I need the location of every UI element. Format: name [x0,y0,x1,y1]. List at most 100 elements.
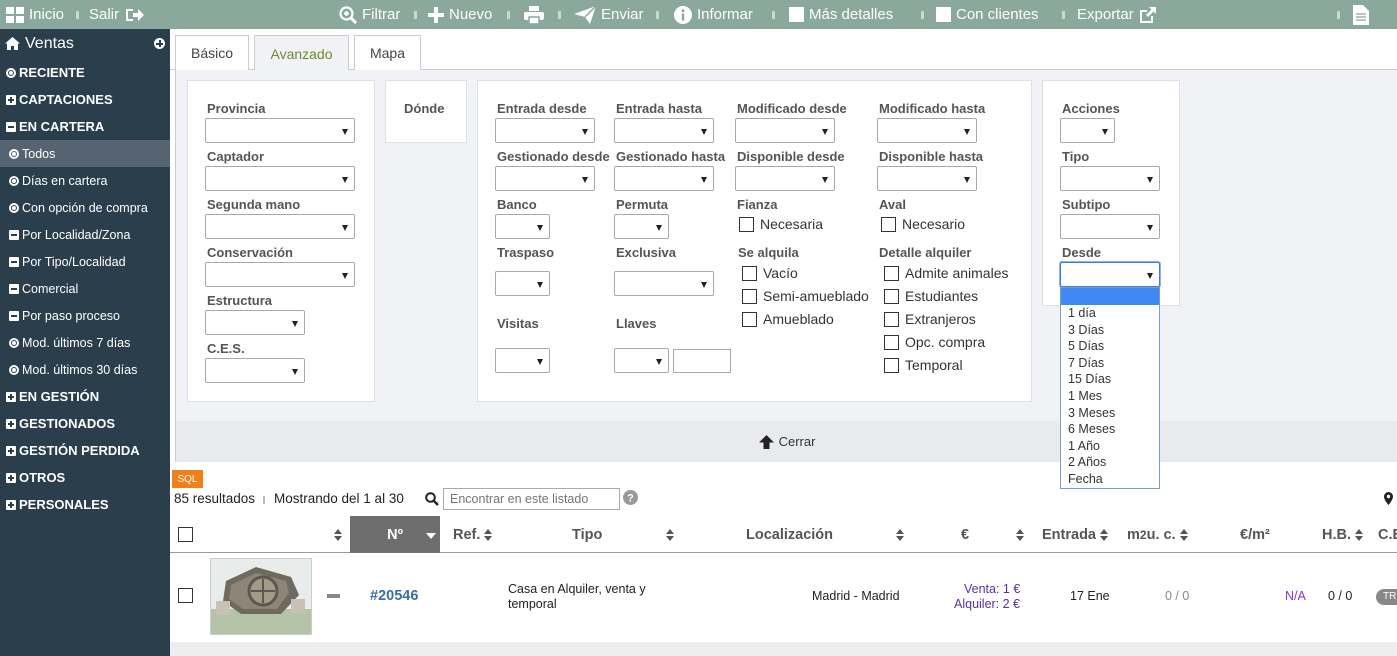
informar-button[interactable]: Informar [674,0,753,29]
col-header-eurm2[interactable]: €/m² [1240,516,1270,553]
con-clientes-toggle[interactable]: Con clientes [936,0,1039,29]
row-collapse-icon[interactable] [327,594,340,598]
opc-compra-checkbox[interactable]: Opc. compra [884,334,985,350]
col-header-ce[interactable]: C.E. [1378,516,1397,553]
sidebar-header[interactable]: Ventas [0,29,170,58]
gestionado-hasta-select[interactable] [614,166,714,191]
col-header-m2[interactable]: m2 u. c. [1127,516,1188,553]
mas-detalles-toggle[interactable]: Más detalles [789,0,893,29]
filtrar-button[interactable]: Filtrar [339,0,400,29]
search-listing-input[interactable] [443,488,620,510]
sidebar-item[interactable]: Por paso proceso [0,302,170,329]
desde-option[interactable]: Fecha [1068,472,1103,486]
sidebar-item[interactable]: EN GESTIÓN [0,383,170,410]
sidebar-item[interactable]: PERSONALES [0,491,170,518]
mas-detalles-checkbox[interactable] [789,7,804,22]
sidebar-item[interactable]: Por Tipo/Localidad [0,248,170,275]
row-checkbox[interactable] [178,588,193,603]
llaves-select[interactable] [614,348,669,373]
con-clientes-checkbox[interactable] [936,7,951,22]
sidebar-item[interactable]: Mod. últimos 30 días [0,356,170,383]
sidebar-item[interactable]: Con opción de compra [0,194,170,221]
gestionado-desde-select[interactable] [495,166,595,191]
donde-label[interactable]: Dónde [404,101,444,116]
subtipo-select[interactable] [1060,214,1160,239]
col-header-entrada[interactable]: Entrada [1042,516,1108,553]
sort-thumb-column[interactable] [330,516,342,553]
sql-badge[interactable]: SQL [172,470,203,488]
sidebar-item[interactable]: GESTIÓN PERDIDA [0,437,170,464]
provincia-select[interactable] [205,118,355,143]
tab-avanzado[interactable]: Avanzado [254,35,349,71]
desde-option[interactable]: 3 Meses [1068,406,1115,420]
sidebar-item[interactable]: Todos [0,140,170,167]
col-header-euro[interactable]: € [961,516,969,553]
select-all-checkbox[interactable] [178,527,193,542]
acciones-select[interactable] [1060,118,1115,143]
desde-option[interactable]: 5 Días [1068,339,1104,353]
entrada-desde-select[interactable] [495,118,595,143]
desde-option[interactable]: 1 Año [1068,439,1100,453]
temporal-checkbox[interactable]: Temporal [884,357,963,373]
tab-mapa[interactable]: Mapa [354,35,421,70]
nuevo-button[interactable]: Nuevo [428,0,492,29]
admite-animales-checkbox[interactable]: Admite animales [884,265,1009,281]
sidebar-item[interactable]: EN CARTERA [0,113,170,140]
sidebar-item[interactable]: Comercial [0,275,170,302]
traspaso-select[interactable] [495,271,550,296]
tipo-select[interactable] [1060,166,1160,191]
sort-euro[interactable] [1012,516,1024,553]
desde-option-blank[interactable] [1061,288,1159,305]
captador-select[interactable] [205,166,355,191]
banco-select[interactable] [495,214,550,239]
property-thumbnail[interactable] [210,558,312,635]
enviar-button[interactable]: Enviar [574,0,644,29]
col-header-tipo[interactable]: Tipo [572,516,602,553]
sort-localizacion[interactable] [892,516,904,553]
inicio-button[interactable]: Inicio [6,0,64,29]
desde-option[interactable]: 7 Días [1068,356,1104,370]
desde-option[interactable]: 2 Años [1068,455,1106,469]
sidebar-item[interactable]: GESTIONADOS [0,410,170,437]
desde-option[interactable]: 3 Días [1068,323,1104,337]
sidebar-item[interactable]: Días en cartera [0,167,170,194]
col-header-hb[interactable]: H.B. [1322,516,1363,553]
entrada-hasta-select[interactable] [614,118,714,143]
estudiantes-checkbox[interactable]: Estudiantes [884,288,978,304]
llaves-input[interactable] [673,349,731,373]
help-icon[interactable]: ? [623,490,638,505]
semi-amueblado-checkbox[interactable]: Semi-amueblado [742,288,869,304]
table-row[interactable]: #20546 Casa en Alquiler, venta y tempora… [170,554,1397,642]
segunda-mano-select[interactable] [205,214,355,239]
tab-basico[interactable]: Básico [175,35,249,70]
desde-option[interactable]: 1 Mes [1068,389,1102,403]
aval-necesario-checkbox[interactable]: Necesario [881,216,965,232]
sidebar-item[interactable]: Mod. últimos 7 días [0,329,170,356]
document-button[interactable] [1353,0,1369,29]
desde-select[interactable] [1060,262,1160,287]
desde-option[interactable]: 15 Días [1068,372,1111,386]
map-marker-icon[interactable] [1384,492,1393,505]
cerrar-button[interactable]: Cerrar [176,421,1397,462]
sidebar-item[interactable]: CAPTACIONES [0,86,170,113]
sidebar-item[interactable]: Por Localidad/Zona [0,221,170,248]
extranjeros-checkbox[interactable]: Extranjeros [884,311,976,327]
modificado-desde-select[interactable] [735,118,835,143]
conservacion-select[interactable] [205,262,355,287]
ces-select[interactable] [205,358,305,383]
exportar-button[interactable]: Exportar [1077,0,1157,29]
sidebar-item[interactable]: OTROS [0,464,170,491]
disponible-desde-select[interactable] [735,166,835,191]
amueblado-checkbox[interactable]: Amueblado [742,311,834,327]
sort-tipo[interactable] [662,516,674,553]
estructura-select[interactable] [205,310,305,335]
desde-option[interactable]: 6 Meses [1068,422,1115,436]
exclusiva-select[interactable] [614,271,714,296]
print-button[interactable] [524,0,544,29]
salir-button[interactable]: Salir [89,0,145,29]
permuta-select[interactable] [614,214,669,239]
col-header-ref[interactable]: Ref. [453,516,493,553]
row-num-link[interactable]: #20546 [370,588,418,604]
desde-option[interactable]: 1 día [1068,306,1096,320]
visitas-select[interactable] [495,348,550,373]
